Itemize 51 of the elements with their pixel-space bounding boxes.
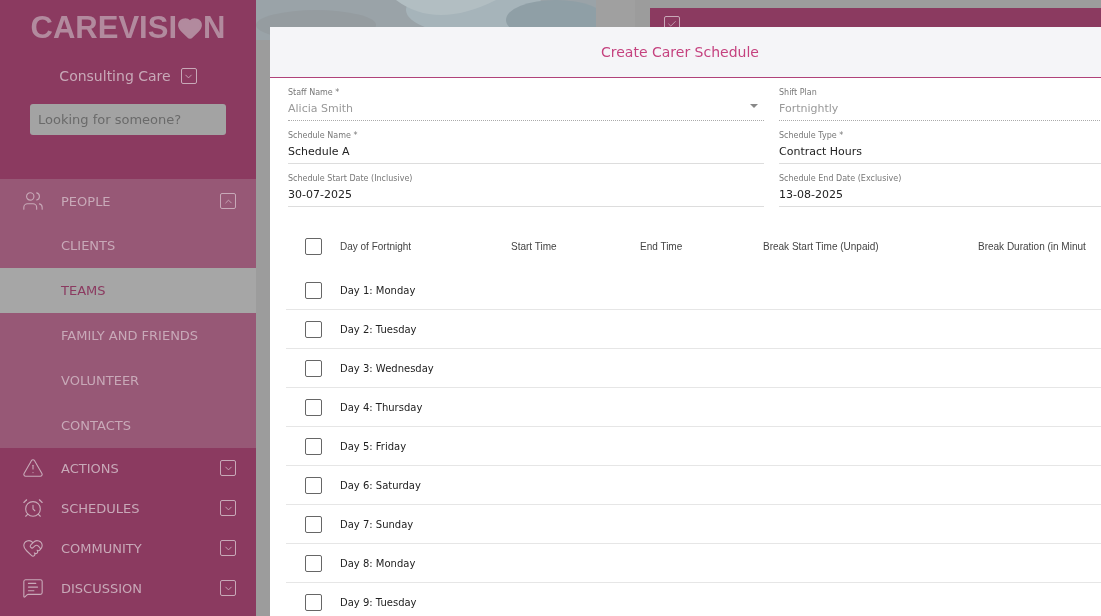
search-field[interactable]: Looking for someone? — [30, 104, 226, 135]
input-field[interactable]: Schedule Type * Contract Hours — [779, 129, 1101, 164]
table-cell-text: Day 1: Monday — [340, 284, 417, 296]
logo-text: CAREVISI — [30, 10, 177, 46]
dialog-title: Create Carer Schedule — [601, 44, 759, 60]
table-cell-text: Day 8: Monday — [340, 557, 417, 569]
caret-icon — [750, 104, 758, 108]
dropdown-icon[interactable] — [180, 68, 197, 84]
logo-text: N — [203, 10, 226, 46]
row-checkbox[interactable] — [305, 359, 322, 377]
row-checkbox[interactable] — [305, 554, 322, 572]
row-checkbox[interactable] — [305, 320, 322, 338]
nav-subitem[interactable]: CONTACTS — [0, 403, 256, 448]
table-cell-text: Day 9: Tuesday — [340, 596, 418, 608]
collapse-icon[interactable] — [220, 193, 236, 209]
input-field[interactable]: Schedule Name * Schedule A — [288, 129, 764, 164]
expand-icon[interactable] — [220, 500, 236, 516]
expand-icon[interactable] — [220, 580, 236, 596]
table-cell-text: Day 3: Wednesday — [340, 362, 435, 374]
heart-logo-icon — [177, 15, 203, 41]
row-checkbox[interactable] — [305, 476, 322, 494]
expand-icon[interactable] — [220, 460, 236, 476]
nav-subitem[interactable]: CLIENTS — [0, 223, 256, 268]
input-field[interactable]: Schedule Start Date (Inclusive) 30-07-2025 — [288, 172, 764, 207]
table-cell-text: Day 6: Saturday — [340, 479, 422, 491]
row-checkbox[interactable] — [305, 593, 322, 611]
row-checkbox[interactable] — [305, 437, 322, 455]
column-header: Break Duration (in Minut — [978, 240, 1087, 252]
input-field[interactable]: Schedule End Date (Exclusive) 13-08-2025 — [779, 172, 1101, 207]
table-cell-text: Day 4: Thursday — [340, 401, 424, 413]
nav-item[interactable]: DISCUSSION — [0, 568, 256, 608]
nav-item[interactable]: COMMUNITY — [0, 528, 256, 568]
row-checkbox[interactable] — [305, 281, 322, 299]
nav-item[interactable]: PEOPLE — [0, 179, 256, 223]
table-cell-text: Day 5: Friday — [340, 440, 408, 452]
nav-item[interactable]: SCHEDULES — [0, 488, 256, 528]
row-checkbox[interactable] — [305, 515, 322, 533]
expand-icon[interactable] — [220, 540, 236, 556]
column-header: Break Start Time (Unpaid) — [763, 240, 880, 252]
column-header: End Time — [640, 240, 684, 252]
nav-subitem[interactable]: TEAMS — [0, 268, 256, 313]
select-all-checkbox[interactable] — [305, 237, 322, 255]
table-cell-text: Day 2: Tuesday — [340, 323, 418, 335]
column-header: Start Time — [511, 240, 558, 252]
nav-item[interactable]: ACTIONS — [0, 448, 256, 488]
table-cell-text: Day 7: Sunday — [340, 518, 415, 530]
organisation-name: Consulting Care — [59, 68, 171, 84]
column-header: Day of Fortnight — [340, 240, 413, 252]
nav-subitem[interactable]: FAMILY AND FRIENDS — [0, 313, 256, 358]
row-checkbox[interactable] — [305, 398, 322, 416]
nav-subitem[interactable]: VOLUNTEER — [0, 358, 256, 403]
